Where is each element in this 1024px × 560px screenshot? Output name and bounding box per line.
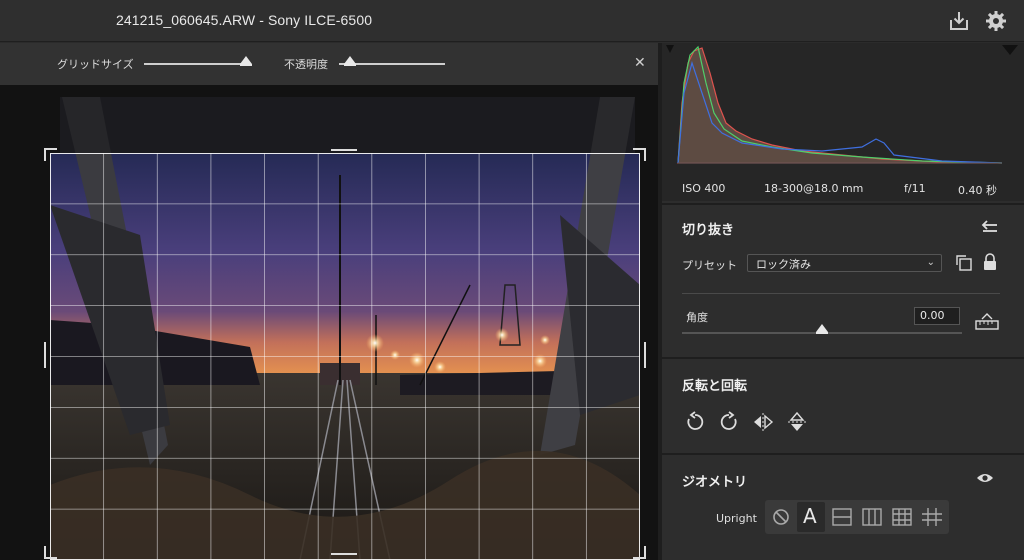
- shadow-clip-warning-icon[interactable]: [666, 45, 674, 53]
- constrain-crop-icon[interactable]: [954, 253, 974, 273]
- edit-panel: ISO 400 18-300@18.0 mm f/11 0.40 秒 切り抜き …: [662, 43, 1024, 560]
- grid-size-label: グリッドサイズ: [57, 58, 134, 71]
- gear-icon[interactable]: [984, 9, 1008, 33]
- crop-handle-bottom[interactable]: [331, 551, 357, 557]
- crop-handle-bottom-right[interactable]: [632, 545, 646, 559]
- angle-slider-thumb[interactable]: [816, 324, 828, 334]
- upright-full-icon[interactable]: [891, 507, 913, 527]
- straighten-tool-icon[interactable]: [974, 313, 1000, 331]
- image-canvas[interactable]: [0, 85, 658, 560]
- opacity-label: 不透明度: [284, 58, 328, 71]
- transform-section: 反転と回転: [662, 357, 1024, 453]
- preset-label: プリセット: [682, 259, 737, 272]
- auto-icon: A: [803, 504, 817, 528]
- window-title: 241215_060645.ARW - Sony ILCE-6500: [116, 12, 373, 28]
- crop-title: 切り抜き: [682, 223, 735, 238]
- crop-divider: [682, 293, 1000, 294]
- crop-grid-overlay[interactable]: [50, 153, 640, 560]
- histogram: [662, 43, 1024, 177]
- flip-horizontal-icon[interactable]: [752, 411, 774, 433]
- upright-vertical-icon[interactable]: [861, 507, 883, 527]
- upright-guided-icon[interactable]: [921, 507, 943, 527]
- grid-size-slider-thumb[interactable]: [239, 56, 252, 66]
- shutter-text: 0.40 秒: [958, 184, 997, 197]
- eye-icon[interactable]: [976, 471, 994, 485]
- chevron-down-icon: ⌄: [926, 257, 935, 268]
- upright-auto-button[interactable]: A: [797, 502, 825, 532]
- close-icon[interactable]: ✕: [634, 55, 646, 71]
- crop-handle-left[interactable]: [42, 342, 48, 368]
- rotate-left-icon[interactable]: [684, 411, 706, 433]
- transform-title: 反転と回転: [682, 379, 748, 394]
- crop-handle-bottom-left[interactable]: [44, 545, 58, 559]
- crop-handle-top-right[interactable]: [632, 148, 646, 162]
- upright-level-icon[interactable]: [831, 507, 853, 527]
- opacity-slider-thumb[interactable]: [343, 56, 356, 66]
- upright-label: Upright: [716, 512, 757, 525]
- overlay-toolbar: グリッドサイズ 不透明度: [0, 43, 658, 85]
- grid-size-slider[interactable]: [144, 63, 251, 65]
- download-icon[interactable]: [947, 9, 971, 33]
- crop-handle-top-left[interactable]: [44, 148, 58, 162]
- preset-select-value: ロック済み: [756, 258, 811, 271]
- geometry-title: ジオメトリ: [682, 475, 748, 490]
- title-bar: 241215_060645.ARW - Sony ILCE-6500: [0, 0, 1024, 42]
- exif-info: ISO 400 18-300@18.0 mm f/11 0.40 秒: [662, 177, 1024, 201]
- flip-vertical-icon[interactable]: [786, 411, 808, 433]
- rotate-right-icon[interactable]: [718, 411, 740, 433]
- reset-icon[interactable]: [980, 219, 1000, 235]
- aperture-text: f/11: [904, 182, 926, 195]
- upright-off-icon[interactable]: [769, 506, 793, 528]
- upright-options: A: [765, 500, 949, 534]
- crop-handle-top[interactable]: [331, 147, 357, 153]
- lock-icon[interactable]: [982, 253, 998, 271]
- angle-label: 角度: [686, 311, 708, 324]
- angle-input[interactable]: 0.00: [914, 307, 960, 325]
- preset-select[interactable]: ロック済み ⌄: [747, 254, 942, 272]
- highlight-clip-warning-icon[interactable]: [1002, 45, 1018, 55]
- crop-section: 切り抜き プリセット ロック済み ⌄: [662, 203, 1024, 353]
- iso-text: ISO 400: [682, 182, 726, 195]
- lens-text: 18-300@18.0 mm: [764, 182, 864, 195]
- crop-handle-right[interactable]: [642, 342, 648, 368]
